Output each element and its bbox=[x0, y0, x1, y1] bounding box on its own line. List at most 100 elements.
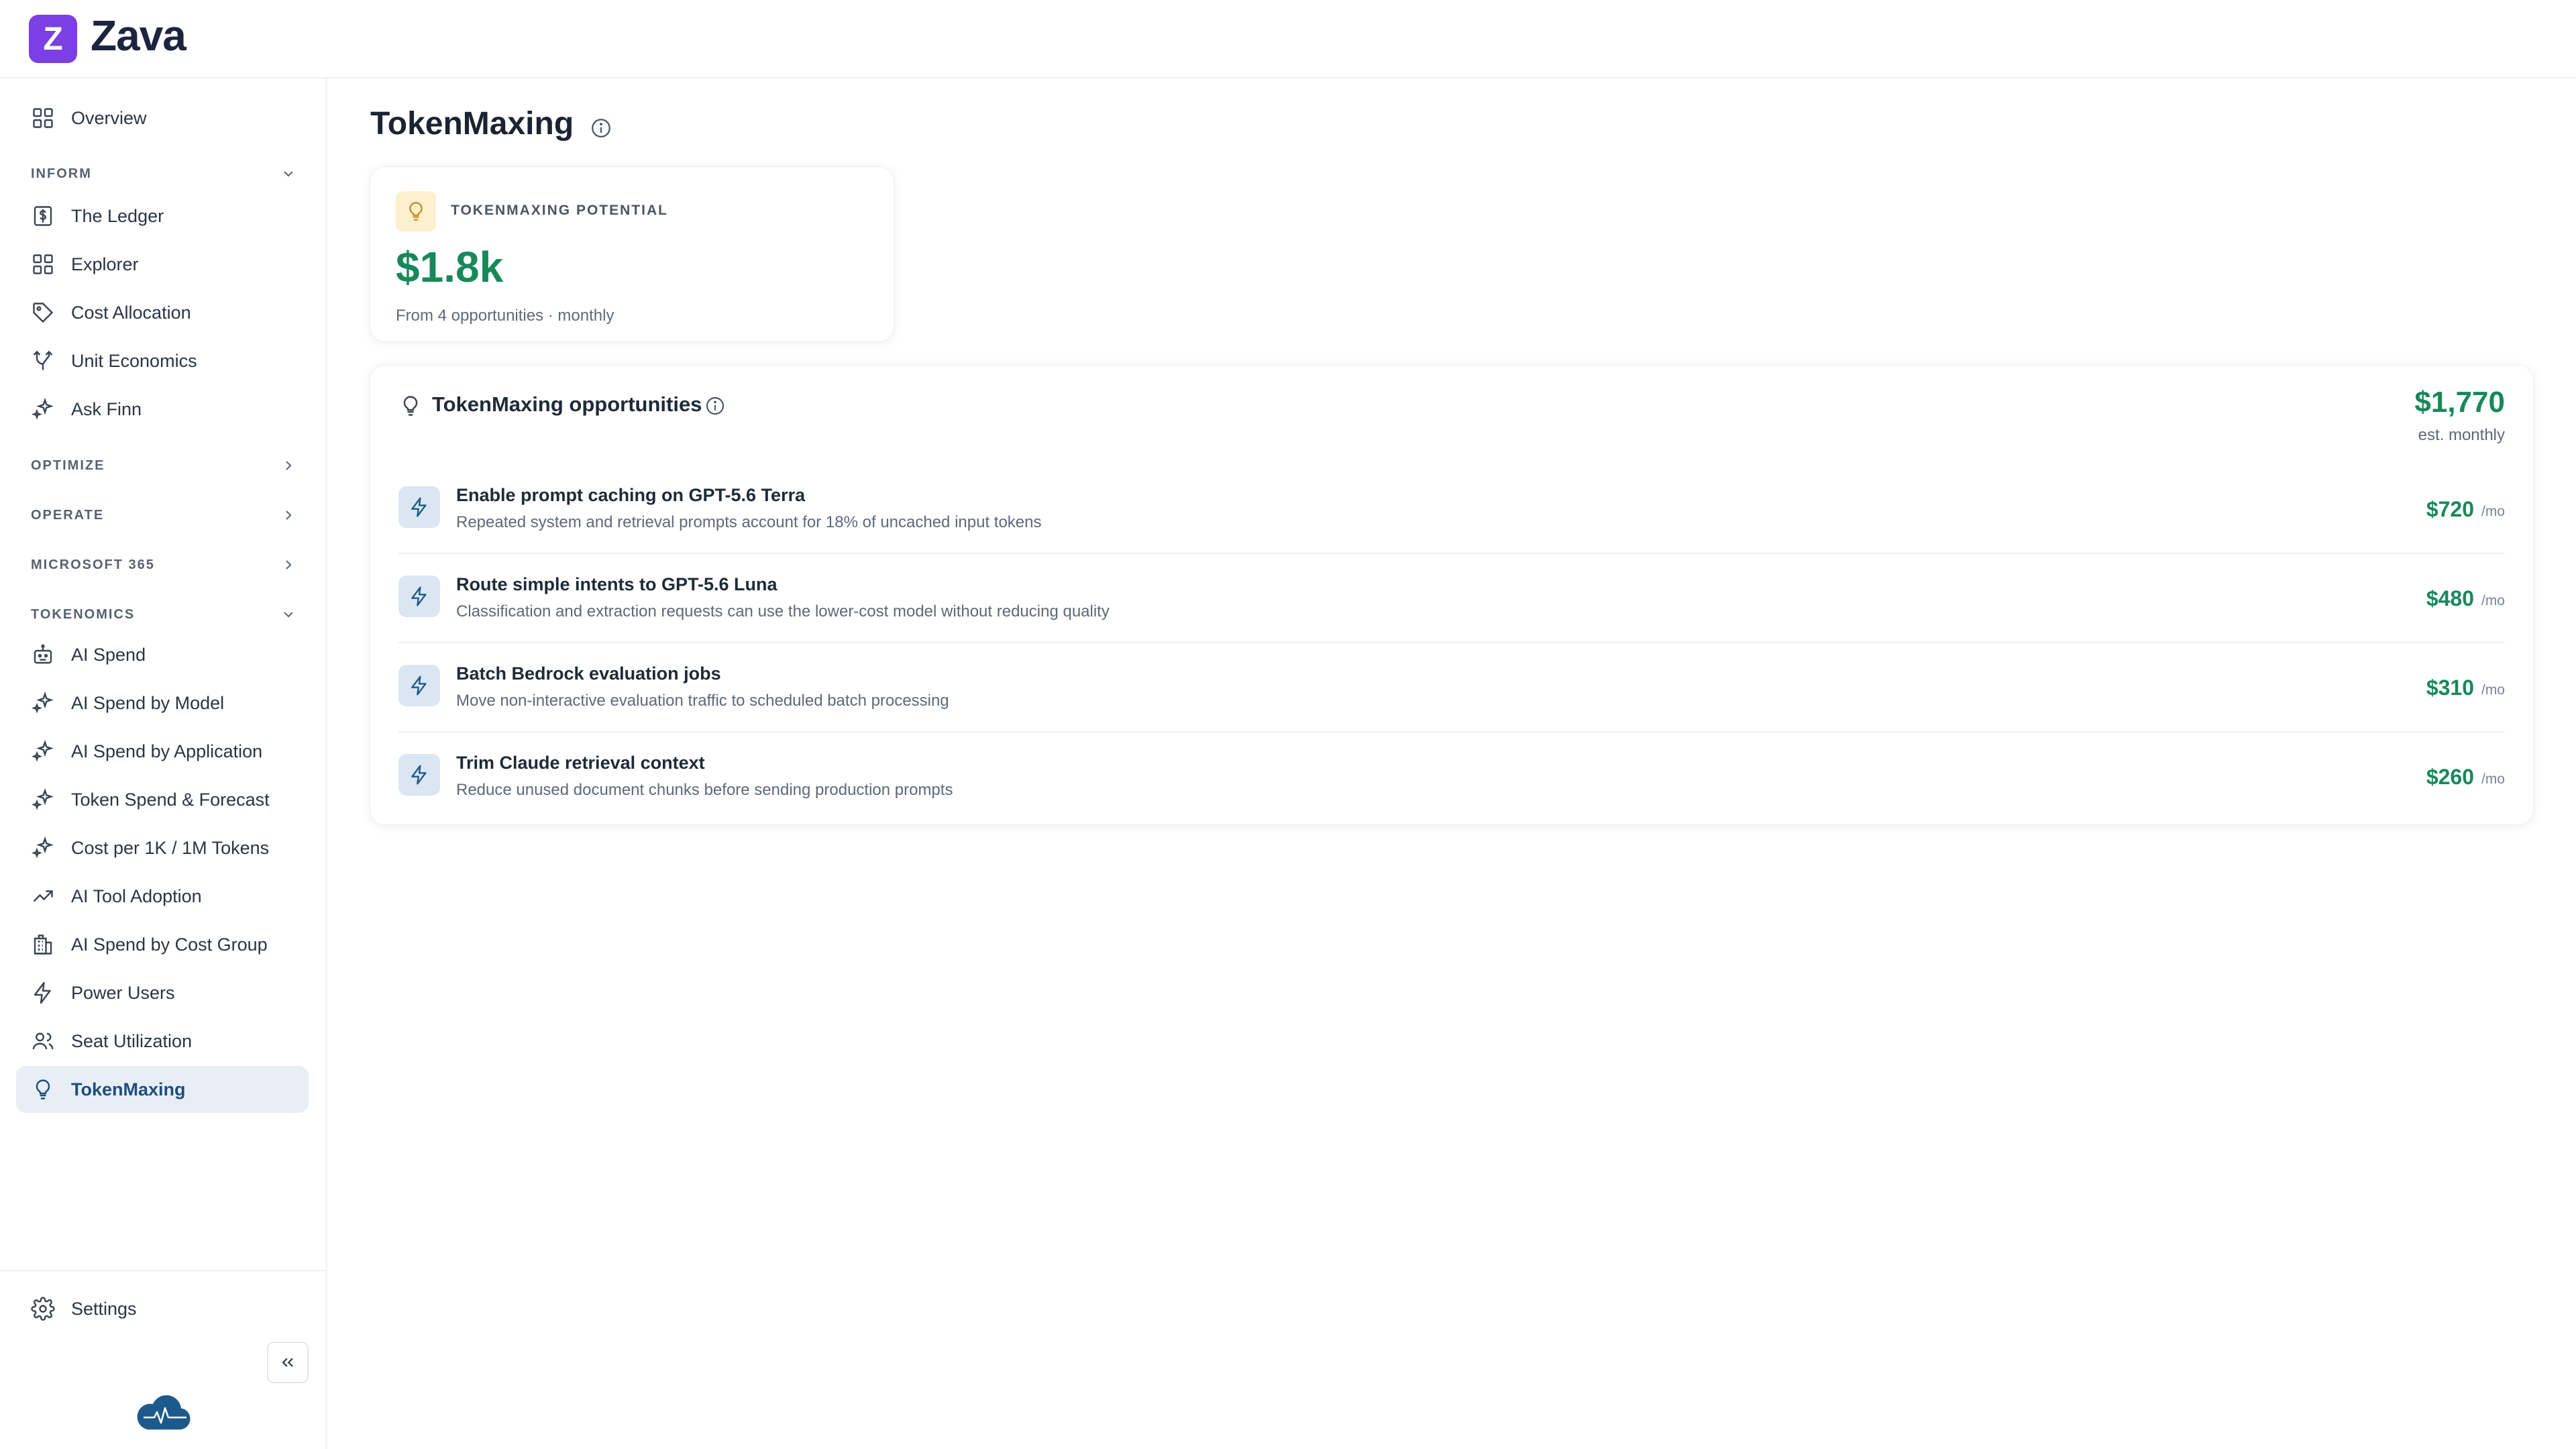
sidebar-item-label: TokenMaxing bbox=[71, 1079, 186, 1099]
sidebar-item-label: AI Spend by Cost Group bbox=[71, 934, 268, 955]
bolt-icon bbox=[398, 754, 440, 796]
bolt-icon bbox=[398, 486, 440, 528]
chevron-right-icon bbox=[286, 511, 292, 520]
sidebar-item-label: Cost Allocation bbox=[71, 302, 191, 323]
opportunities-total-label: est. monthly bbox=[2418, 426, 2505, 444]
sidebar-item-overview[interactable]: Overview bbox=[16, 95, 309, 142]
top-bar: Z Zava bbox=[0, 0, 2576, 78]
opportunity-unit: /mo bbox=[2481, 771, 2505, 787]
sparkle-icon bbox=[31, 739, 54, 762]
section-label: MICROSOFT 365 bbox=[31, 557, 155, 572]
sidebar-item-label: Overview bbox=[71, 107, 147, 128]
sidebar-item-seat-utilization[interactable]: Seat Utilization bbox=[16, 1018, 309, 1065]
opportunity-amount: $720 bbox=[2426, 497, 2474, 521]
app-name[interactable]: Zava bbox=[91, 11, 186, 60]
trending-up-icon bbox=[33, 890, 53, 902]
sidebar-item-ai-spend-by-cost-group[interactable]: AI Spend by Cost Group bbox=[16, 921, 309, 968]
cloud-pulse-icon bbox=[137, 1395, 191, 1430]
opportunity-unit: /mo bbox=[2481, 593, 2505, 608]
sidebar-item-settings[interactable]: Settings bbox=[16, 1285, 309, 1332]
sidebar: Overview INFORM The Ledger Explorer Cost… bbox=[0, 78, 327, 1449]
bolt-icon bbox=[398, 665, 440, 706]
chevron-down-icon bbox=[284, 171, 293, 177]
chevron-right-icon bbox=[286, 461, 292, 470]
logo-mark[interactable]: Z bbox=[29, 15, 77, 63]
opportunities-card: TokenMaxing opportunities $1,770 est. mo… bbox=[370, 366, 2533, 824]
section-label: INFORM bbox=[31, 166, 92, 181]
section-tokenomics[interactable]: TOKENOMICS bbox=[31, 601, 297, 628]
grid-icon bbox=[33, 254, 53, 274]
opportunity-description: Classification and extraction requests c… bbox=[456, 602, 1110, 621]
sidebar-item-explorer[interactable]: Explorer bbox=[16, 241, 309, 288]
sidebar-item-token-spend-forecast[interactable]: Token Spend & Forecast bbox=[16, 776, 309, 823]
section-label: OPTIMIZE bbox=[31, 458, 105, 473]
chevron-down-icon bbox=[284, 612, 293, 618]
sidebar-item-ask-finn[interactable]: Ask Finn bbox=[16, 386, 309, 433]
opportunity-row[interactable]: Batch Bedrock evaluation jobs Move non-i… bbox=[398, 643, 2505, 733]
sidebar-item-label: Power Users bbox=[71, 982, 175, 1003]
sidebar-item-tokenmaxing[interactable]: TokenMaxing bbox=[16, 1066, 309, 1113]
tokenmaxing-potential-card: TOKENMAXING POTENTIAL $1.8k From 4 oppor… bbox=[370, 167, 894, 341]
sparkle-icon bbox=[31, 788, 54, 810]
opportunity-title: Trim Claude retrieval context bbox=[456, 753, 705, 773]
section-label: TOKENOMICS bbox=[31, 606, 136, 622]
sidebar-item-label: Seat Utilization bbox=[71, 1030, 193, 1051]
sidebar-item-label: Unit Economics bbox=[71, 350, 197, 371]
bolt-icon bbox=[398, 576, 440, 617]
info-icon[interactable] bbox=[590, 117, 612, 140]
robot-icon bbox=[34, 644, 52, 664]
sidebar-item-label: The Ledger bbox=[71, 205, 164, 226]
opportunity-row[interactable]: Trim Claude retrieval context Reduce unu… bbox=[398, 733, 2505, 822]
sidebar-item-ai-spend-by-model[interactable]: AI Spend by Model bbox=[16, 680, 309, 727]
section-optimize[interactable]: OPTIMIZE bbox=[31, 452, 297, 479]
section-label: OPERATE bbox=[31, 507, 105, 523]
section-microsoft-365[interactable]: MICROSOFT 365 bbox=[31, 551, 297, 578]
sidebar-item-ai-spend[interactable]: AI Spend bbox=[16, 631, 309, 678]
gear-icon bbox=[31, 1297, 55, 1321]
sidebar-item-label: Explorer bbox=[71, 254, 139, 274]
users-icon bbox=[32, 1032, 54, 1050]
bolt-icon bbox=[34, 981, 51, 1004]
sidebar-item-ai-spend-by-application[interactable]: AI Spend by Application bbox=[16, 728, 309, 775]
opportunity-unit: /mo bbox=[2481, 504, 2505, 519]
sidebar-item-label: AI Spend bbox=[71, 644, 146, 665]
opportunity-unit: /mo bbox=[2481, 682, 2505, 698]
opportunity-title: Enable prompt caching on GPT-5.6 Terra bbox=[456, 485, 806, 505]
sparkle-icon bbox=[31, 836, 54, 859]
opportunity-description: Reduce unused document chunks before sen… bbox=[456, 781, 953, 799]
opportunity-row[interactable]: Route simple intents to GPT-5.6 Luna Cla… bbox=[398, 554, 2505, 643]
sidebar-item-label: Cost per 1K / 1M Tokens bbox=[71, 837, 270, 858]
lightbulb-icon bbox=[403, 396, 418, 416]
opportunity-description: Move non-interactive evaluation traffic … bbox=[456, 692, 949, 710]
page-title: TokenMaxing bbox=[370, 106, 574, 142]
collapse-sidebar-button[interactable] bbox=[267, 1342, 309, 1383]
kpi-subtitle: From 4 opportunities · monthly bbox=[396, 307, 614, 325]
opportunity-amount: $260 bbox=[2426, 765, 2474, 789]
grid-icon bbox=[33, 108, 53, 128]
sidebar-item-the-ledger[interactable]: The Ledger bbox=[16, 193, 309, 239]
opportunities-title: TokenMaxing opportunities bbox=[432, 392, 702, 416]
tag-icon bbox=[33, 303, 54, 323]
opportunity-amount: $310 bbox=[2426, 676, 2474, 700]
sidebar-item-label: AI Tool Adoption bbox=[71, 885, 202, 906]
dollar-document-icon bbox=[34, 206, 52, 226]
sidebar-item-unit-economics[interactable]: Unit Economics bbox=[16, 337, 309, 384]
sidebar-item-label: AI Spend by Application bbox=[71, 741, 263, 761]
opportunity-title: Batch Bedrock evaluation jobs bbox=[456, 663, 721, 684]
opportunity-amount: $480 bbox=[2426, 586, 2474, 610]
info-icon[interactable] bbox=[704, 395, 726, 417]
sidebar-item-label: Settings bbox=[71, 1298, 137, 1319]
kpi-value: $1.8k bbox=[396, 243, 504, 291]
section-operate[interactable]: OPERATE bbox=[31, 502, 297, 529]
section-inform[interactable]: INFORM bbox=[31, 160, 297, 187]
opportunity-row[interactable]: Enable prompt caching on GPT-5.6 Terra R… bbox=[398, 465, 2505, 554]
double-chevron-left-icon bbox=[282, 1358, 293, 1367]
sidebar-item-power-users[interactable]: Power Users bbox=[16, 969, 309, 1016]
chevron-right-icon bbox=[286, 560, 292, 570]
sidebar-item-ai-tool-adoption[interactable]: AI Tool Adoption bbox=[16, 873, 309, 920]
lightbulb-icon bbox=[396, 191, 436, 231]
sidebar-item-cost-per-tokens[interactable]: Cost per 1K / 1M Tokens bbox=[16, 824, 309, 871]
sparkle-icon bbox=[31, 691, 54, 714]
opportunities-total: $1,770 bbox=[2414, 386, 2505, 419]
sidebar-item-cost-allocation[interactable]: Cost Allocation bbox=[16, 289, 309, 336]
